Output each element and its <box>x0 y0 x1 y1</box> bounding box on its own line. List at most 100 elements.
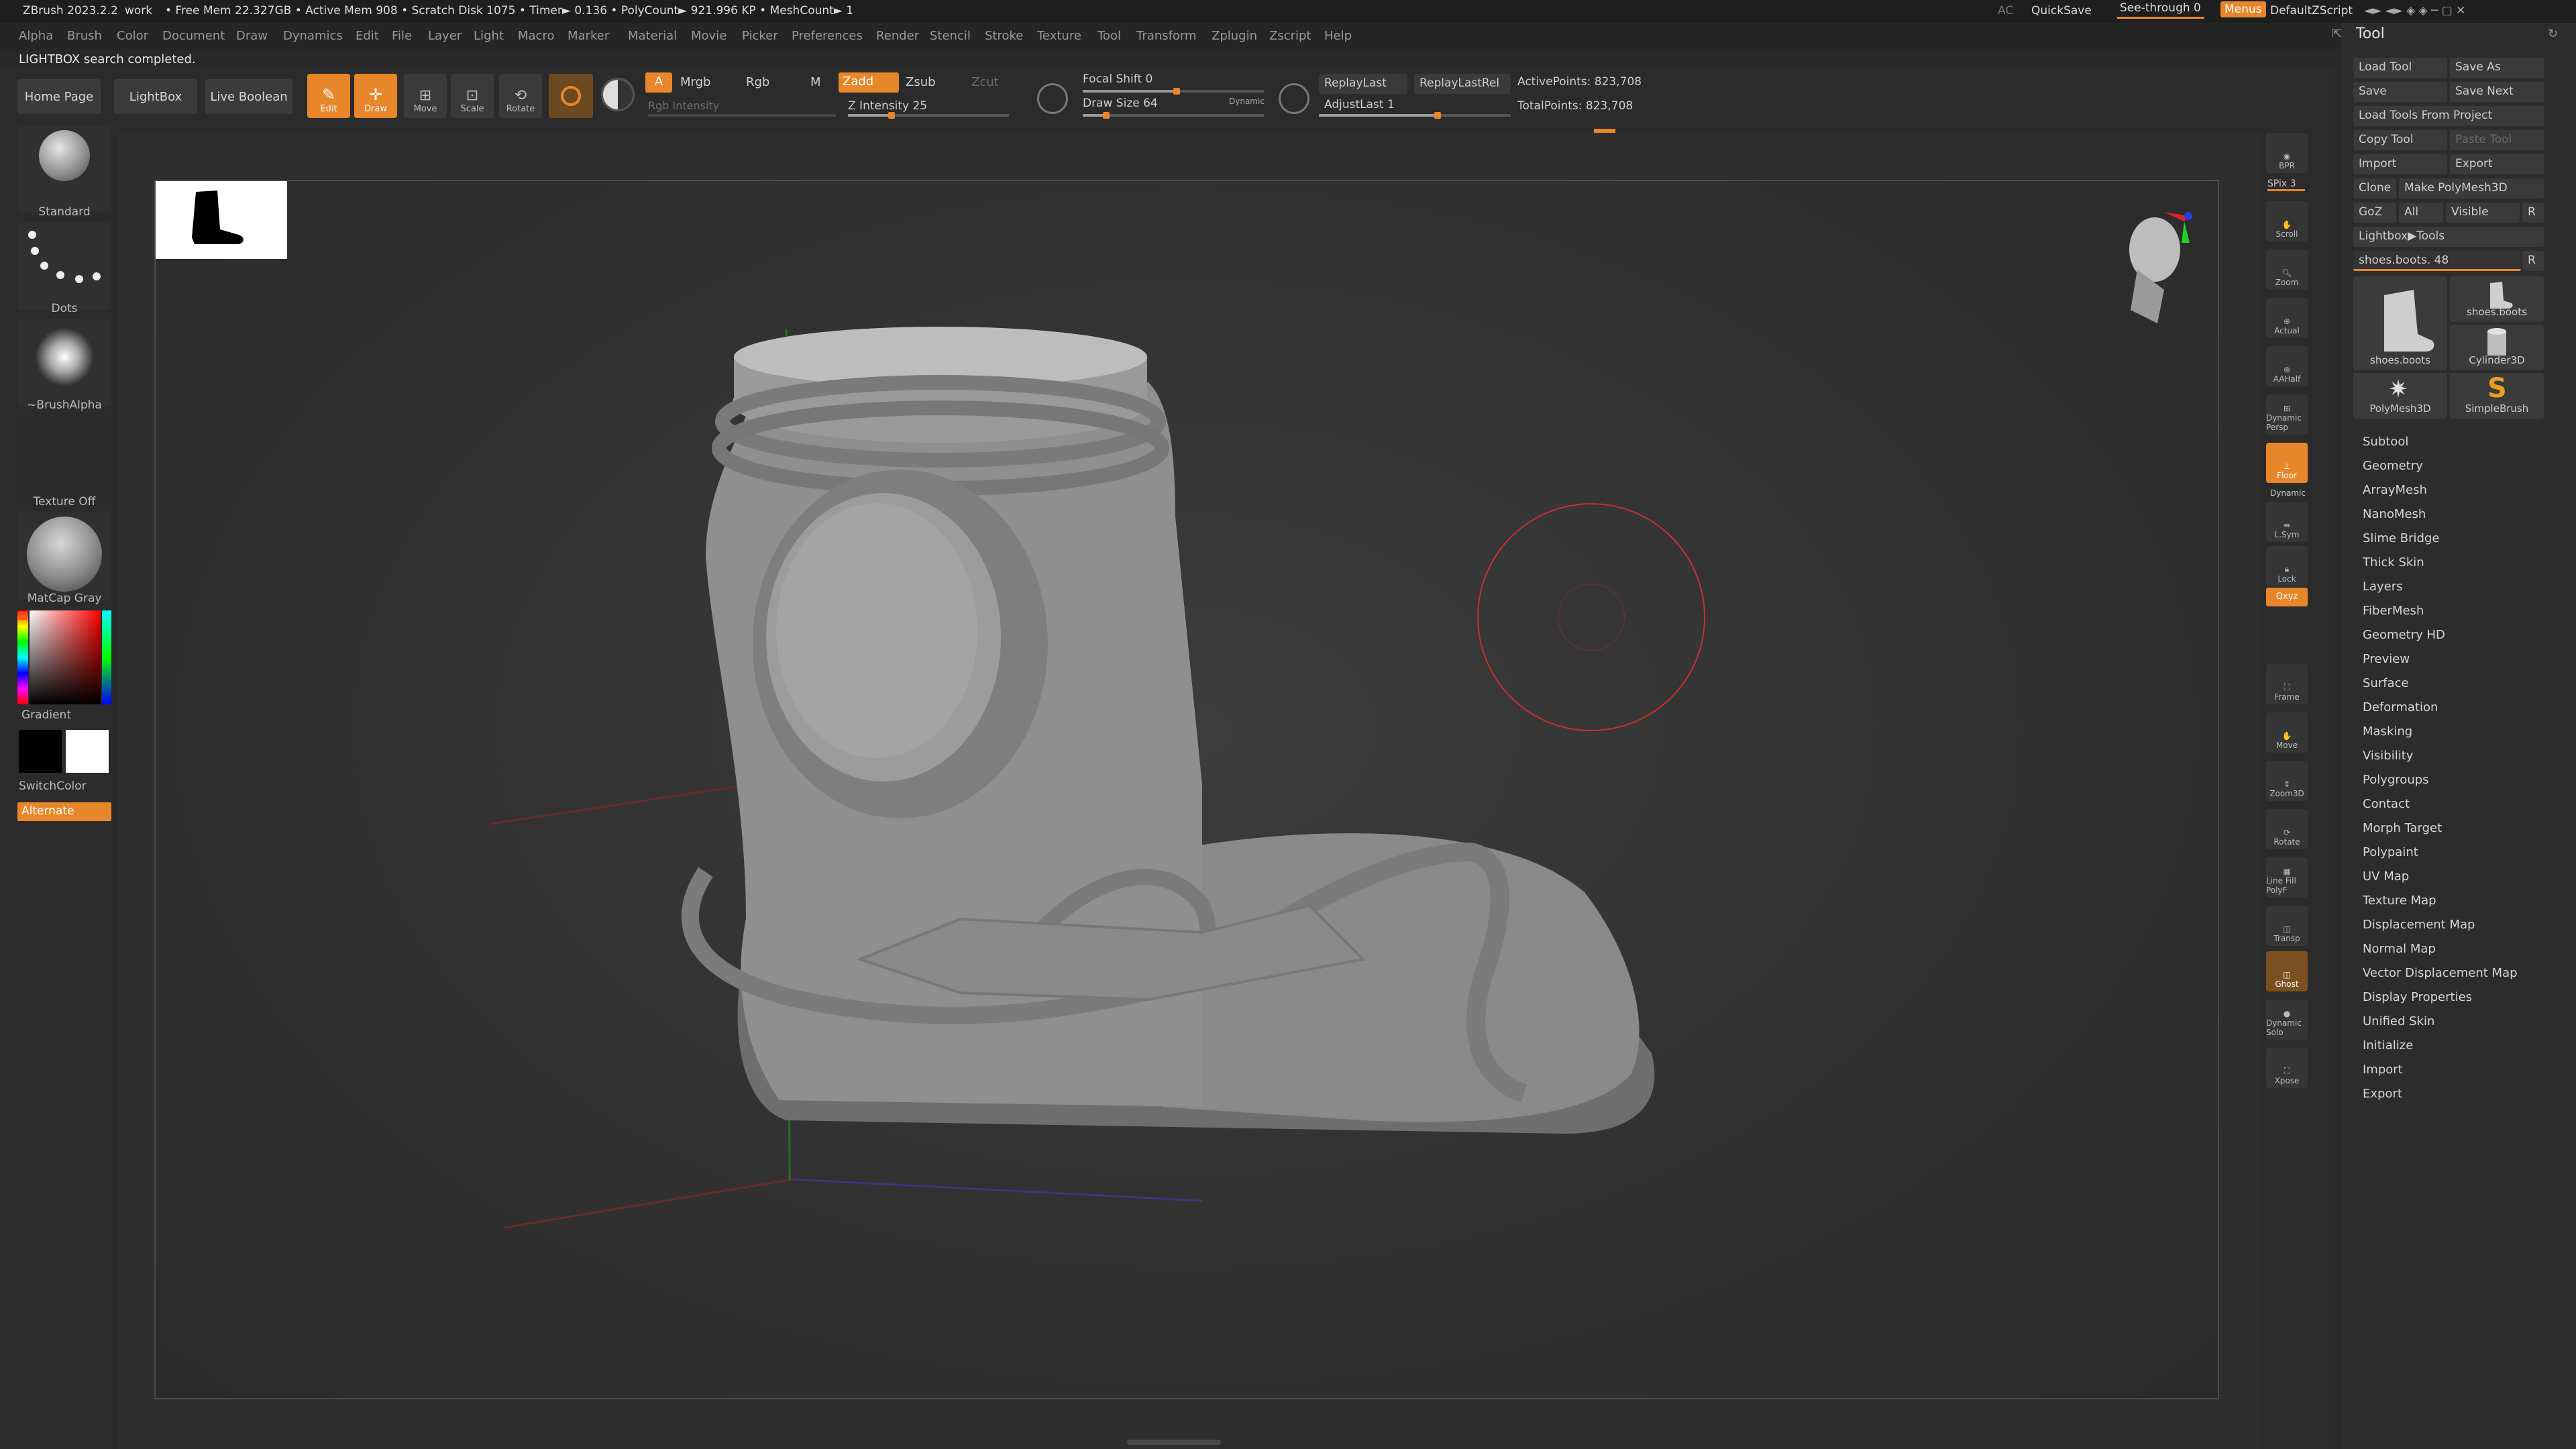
subpalette-deformation[interactable]: Deformation <box>2363 700 2438 714</box>
subpalette-fibermesh[interactable]: FiberMesh <box>2363 604 2424 618</box>
subpalette-morph-target[interactable]: Morph Target <box>2363 821 2442 835</box>
zoom3d-button[interactable]: ⇕ Zoom3D <box>2266 761 2308 801</box>
material-thumbnail[interactable] <box>17 513 111 600</box>
menu-macro[interactable]: Macro <box>518 29 554 43</box>
move-view-button[interactable]: ✋ Move <box>2266 712 2308 753</box>
z-intensity-slider[interactable] <box>848 112 1009 119</box>
floor-button[interactable]: ⊥ Floor <box>2266 443 2308 483</box>
zsub-toggle[interactable]: Zsub <box>906 75 936 89</box>
mrgb-toggle[interactable]: Mrgb <box>680 75 710 89</box>
menu-color[interactable]: Color <box>117 29 148 43</box>
subpalette-subtool[interactable]: Subtool <box>2363 435 2408 449</box>
subpalette-arraymesh[interactable]: ArrayMesh <box>2363 483 2427 497</box>
transp-button[interactable]: ◫ Transp <box>2266 906 2308 946</box>
subpalette-masking[interactable]: Masking <box>2363 724 2412 739</box>
edit-mode-button[interactable]: ✎ Edit <box>307 74 350 118</box>
paste-tool-button[interactable]: Paste Tool <box>2450 130 2544 150</box>
alternate-toggle[interactable]: Alternate <box>17 802 111 821</box>
local-symmetry-button[interactable]: ⇹ L.Sym <box>2266 502 2308 542</box>
clone-button[interactable]: Clone <box>2353 178 2396 199</box>
copy-tool-button[interactable]: Copy Tool <box>2353 130 2447 150</box>
import-button[interactable]: Import <box>2353 154 2447 174</box>
stroke-preview-button[interactable] <box>549 74 593 118</box>
subpalette-nanomesh[interactable]: NanoMesh <box>2363 507 2426 521</box>
qxyz-toggle[interactable]: Qxyz <box>2266 588 2308 606</box>
focal-shift-slider[interactable] <box>1083 88 1264 95</box>
texture-thumbnail[interactable] <box>17 416 111 503</box>
brush-thumbnail[interactable] <box>17 125 111 212</box>
bpr-button[interactable]: ◉ BPR <box>2266 133 2308 173</box>
subpalette-geometry[interactable]: Geometry <box>2363 459 2423 473</box>
rgb-toggle[interactable]: Rgb <box>746 75 769 89</box>
boot-model[interactable] <box>156 181 2218 1398</box>
subpalette-layers[interactable]: Layers <box>2363 580 2403 594</box>
spix-slider[interactable]: SPix 3 <box>2267 178 2305 191</box>
actual-button[interactable]: ⊕ Actual <box>2266 298 2308 338</box>
subpalette-import[interactable]: Import <box>2363 1063 2403 1077</box>
move-mode-button[interactable]: ⊞ Move <box>404 74 447 118</box>
gradient-strip[interactable] <box>102 610 111 704</box>
lightbox-button[interactable]: LightBox <box>114 79 197 114</box>
zcut-toggle[interactable]: Zcut <box>971 75 999 89</box>
subpalette-export[interactable]: Export <box>2363 1087 2402 1101</box>
menu-zscript[interactable]: Zscript <box>1269 29 1311 43</box>
palette-pin-icon[interactable]: ⇱ <box>2332 27 2342 41</box>
primary-color-swatch[interactable] <box>19 730 62 773</box>
menu-alpha[interactable]: Alpha <box>19 29 53 43</box>
subpalette-polygroups[interactable]: Polygroups <box>2363 773 2429 787</box>
goz-visible-button[interactable]: Visible <box>2446 203 2520 223</box>
current-tool-r-button[interactable]: R <box>2522 251 2544 271</box>
menu-brush[interactable]: Brush <box>67 29 102 43</box>
menu-stroke[interactable]: Stroke <box>985 29 1023 43</box>
subpalette-preview[interactable]: Preview <box>2363 652 2410 666</box>
subpalette-vector-displacement-map[interactable]: Vector Displacement Map <box>2363 966 2518 980</box>
subpalette-texture-map[interactable]: Texture Map <box>2363 894 2436 908</box>
subpalette-normal-map[interactable]: Normal Map <box>2363 942 2436 956</box>
goz-button[interactable]: GoZ <box>2353 203 2396 223</box>
lock-button[interactable]: 🔒︎ Lock <box>2266 546 2308 586</box>
menu-transform[interactable]: Transform <box>1136 29 1197 43</box>
ghost-button[interactable]: ◫ Ghost <box>2266 951 2308 991</box>
lightbox-tools-button[interactable]: Lightbox▶Tools <box>2353 227 2544 247</box>
menu-texture[interactable]: Texture <box>1037 29 1081 43</box>
menu-edit[interactable]: Edit <box>356 29 379 43</box>
document-canvas[interactable] <box>154 180 2219 1399</box>
lazy-mouse-icon[interactable] <box>1037 83 1068 114</box>
goz-all-button[interactable]: All <box>2399 203 2443 223</box>
replay-last-button[interactable]: ReplayLast <box>1319 74 1407 94</box>
secondary-color-swatch[interactable] <box>66 730 109 773</box>
stroke-thumbnail[interactable] <box>17 223 111 310</box>
alpha-thumbnail[interactable] <box>17 319 111 407</box>
subpalette-uv-map[interactable]: UV Map <box>2363 869 2409 883</box>
aahalf-button[interactable]: ⊕ AAHalf <box>2266 346 2308 386</box>
saturation-field[interactable] <box>30 610 101 704</box>
menu-marker[interactable]: Marker <box>568 29 609 43</box>
menus-toggle[interactable]: Menus <box>2220 1 2266 17</box>
color-picker[interactable] <box>17 610 111 704</box>
subpalette-surface[interactable]: Surface <box>2363 676 2409 690</box>
rotate-view-button[interactable]: ⟳ Rotate <box>2266 809 2308 849</box>
rotate-mode-button[interactable]: ⟲ Rotate <box>499 74 542 118</box>
goz-r-button[interactable]: R <box>2522 203 2544 223</box>
boot-thumbnail-icon[interactable] <box>156 181 287 259</box>
window-controls[interactable]: ◄► ◄► ◈ ◈ ─ ▢ ✕ <box>2364 4 2465 17</box>
menu-dynamics[interactable]: Dynamics <box>283 29 343 43</box>
load-tools-from-project-button[interactable]: Load Tools From Project <box>2353 106 2544 126</box>
save-as-button[interactable]: Save As <box>2450 58 2544 78</box>
menu-help[interactable]: Help <box>1324 29 1352 43</box>
default-zscript-button[interactable]: DefaultZScript <box>2270 4 2353 17</box>
a-toggle[interactable]: A <box>645 72 672 93</box>
load-tool-button[interactable]: Load Tool <box>2353 58 2447 78</box>
adjust-last-slider[interactable] <box>1319 112 1511 119</box>
see-through-slider[interactable]: See-through 0 <box>2117 1 2204 19</box>
subpalette-display-properties[interactable]: Display Properties <box>2363 990 2472 1004</box>
menu-stencil[interactable]: Stencil <box>930 29 971 43</box>
menu-document[interactable]: Document <box>162 29 225 43</box>
scroll-button[interactable]: ✋ Scroll <box>2266 201 2308 241</box>
zoom-button[interactable]: 🔍︎ Zoom <box>2266 250 2308 290</box>
subpalette-visibility[interactable]: Visibility <box>2363 749 2413 763</box>
export-button[interactable]: Export <box>2450 154 2544 174</box>
rgb-intensity-slider[interactable] <box>648 114 836 117</box>
menu-light[interactable]: Light <box>474 29 504 43</box>
menu-tool[interactable]: Tool <box>1097 29 1121 43</box>
